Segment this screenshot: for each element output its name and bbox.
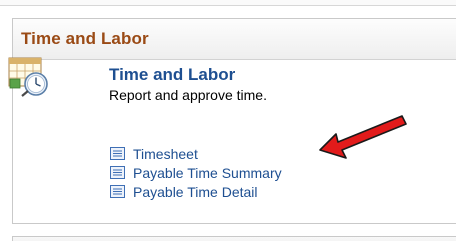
payable-time-summary-link[interactable]: Payable Time Summary [110, 163, 282, 182]
pagelet-title: Time and Labor [21, 29, 149, 48]
payable-time-detail-link-label[interactable]: Payable Time Detail [133, 184, 258, 200]
timesheet-link[interactable]: Timesheet [110, 144, 282, 163]
time-and-labor-links: Timesheet Payable Time Summary Payable T… [110, 144, 282, 201]
list-icon [110, 147, 125, 160]
pagelet-header: Time and Labor [13, 19, 456, 60]
payable-time-summary-link-label[interactable]: Payable Time Summary [133, 165, 282, 181]
payable-time-detail-link[interactable]: Payable Time Detail [110, 182, 282, 201]
list-icon [110, 185, 125, 198]
red-arrow-icon [319, 115, 407, 159]
timesheet-clock-icon [8, 57, 48, 97]
group-title-link[interactable]: Time and Labor [109, 65, 235, 85]
page: Time and Labor Time and Labor Report and… [0, 0, 456, 241]
next-pagelet-edge [12, 236, 456, 241]
timesheet-link-label[interactable]: Timesheet [133, 146, 198, 162]
list-icon [110, 166, 125, 179]
top-divider [0, 0, 456, 6]
group-description: Report and approve time. [109, 87, 267, 103]
